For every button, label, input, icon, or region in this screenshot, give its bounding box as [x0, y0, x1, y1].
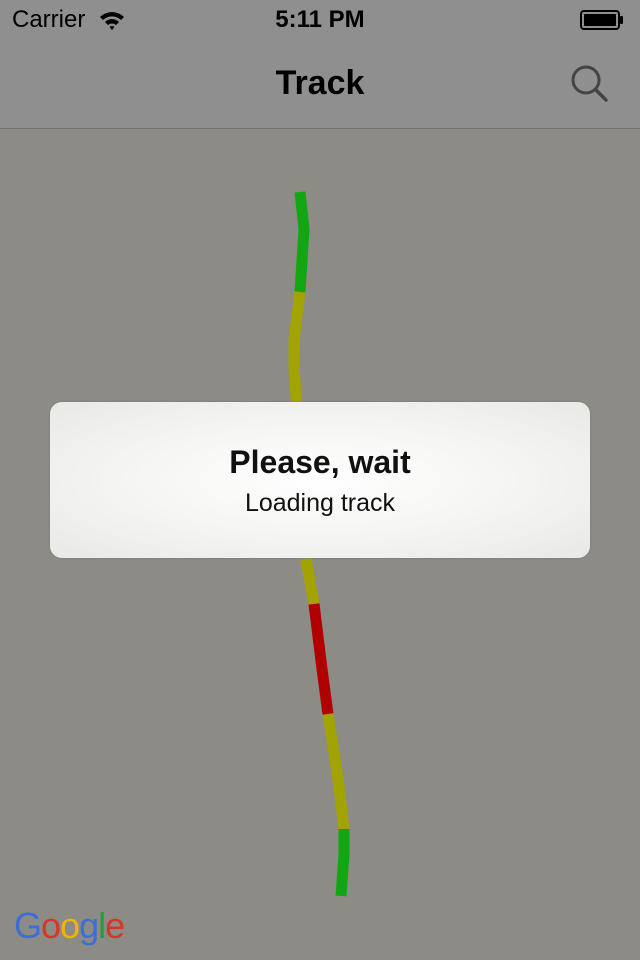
status-time: 5:11 PM — [275, 6, 365, 33]
page-title: Track — [275, 64, 365, 102]
track-segment — [335, 829, 350, 897]
navigation-bar: Track — [0, 40, 640, 129]
track-segment — [300, 558, 320, 605]
loading-subtitle: Loading track — [244, 489, 396, 517]
track-segment — [308, 603, 334, 715]
status-bar: Carrier 5:11 PM — [0, 0, 640, 40]
loading-title: Please, wait — [229, 444, 411, 480]
search-icon — [571, 65, 608, 102]
screen: Carrier 5:11 PM Track Google Please, wai… — [0, 0, 640, 960]
search-button[interactable] — [562, 60, 618, 108]
google-logo: Google — [14, 905, 125, 946]
track-segment — [322, 713, 350, 830]
battery-icon — [580, 10, 623, 30]
track-segment — [294, 191, 310, 293]
track-segment — [288, 291, 306, 420]
loading-dialog: Please, wait Loading track — [50, 402, 590, 558]
